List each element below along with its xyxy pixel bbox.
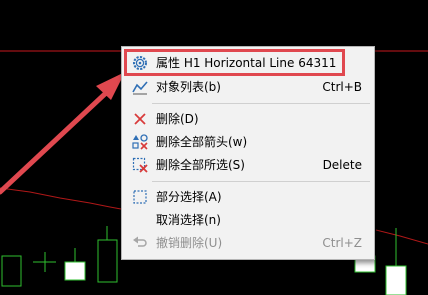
annotation-arrow	[0, 72, 125, 195]
object-list-icon	[132, 79, 148, 95]
menu-item-delete-all-arrows[interactable]: 删除全部箭头(w)	[124, 131, 372, 153]
partial-select-icon	[132, 189, 148, 205]
menu-item-label: 删除全部箭头(w)	[156, 135, 248, 149]
menu-item-delete[interactable]: 删除(D)	[124, 108, 372, 130]
menu-item-label: 部分选择(A)	[156, 190, 222, 204]
indicator-line-right	[375, 229, 428, 245]
menu-item-label: 删除全部所选(S)	[156, 158, 245, 172]
menu-item-label: 对象列表(b)	[156, 80, 221, 94]
candle	[1, 255, 22, 287]
menu-item-shortcut: Delete	[322, 158, 362, 172]
context-menu: 属性 H1 Horizontal Line 64311 对象列表(b) Ctrl…	[121, 46, 375, 260]
delete-selected-icon	[132, 157, 148, 173]
menu-item-undo-delete: 撤销删除(U) Ctrl+Z	[124, 232, 372, 254]
menu-item-label: 撤销删除(U)	[156, 236, 223, 250]
menu-item-object-list[interactable]: 对象列表(b) Ctrl+B	[124, 76, 372, 98]
candle	[64, 261, 86, 281]
highlight-box	[124, 49, 345, 76]
delete-arrows-icon	[132, 134, 148, 150]
menu-item-partial-select[interactable]: 部分选择(A)	[124, 186, 372, 208]
menu-separator	[152, 103, 370, 104]
undo-icon	[132, 235, 148, 251]
menu-separator	[152, 181, 370, 182]
menu-item-deselect[interactable]: 取消选择(n)	[124, 209, 372, 231]
menu-item-shortcut: Ctrl+Z	[322, 236, 362, 250]
menu-item-label: 删除(D)	[156, 112, 199, 126]
candle	[385, 265, 407, 295]
indicator-line	[0, 187, 122, 210]
menu-item-label: 取消选择(n)	[156, 213, 221, 227]
menu-item-shortcut: Ctrl+B	[322, 80, 362, 94]
candle	[97, 239, 118, 283]
delete-x-icon	[132, 111, 148, 127]
menu-item-delete-all-selected[interactable]: 删除全部所选(S) Delete	[124, 154, 372, 176]
